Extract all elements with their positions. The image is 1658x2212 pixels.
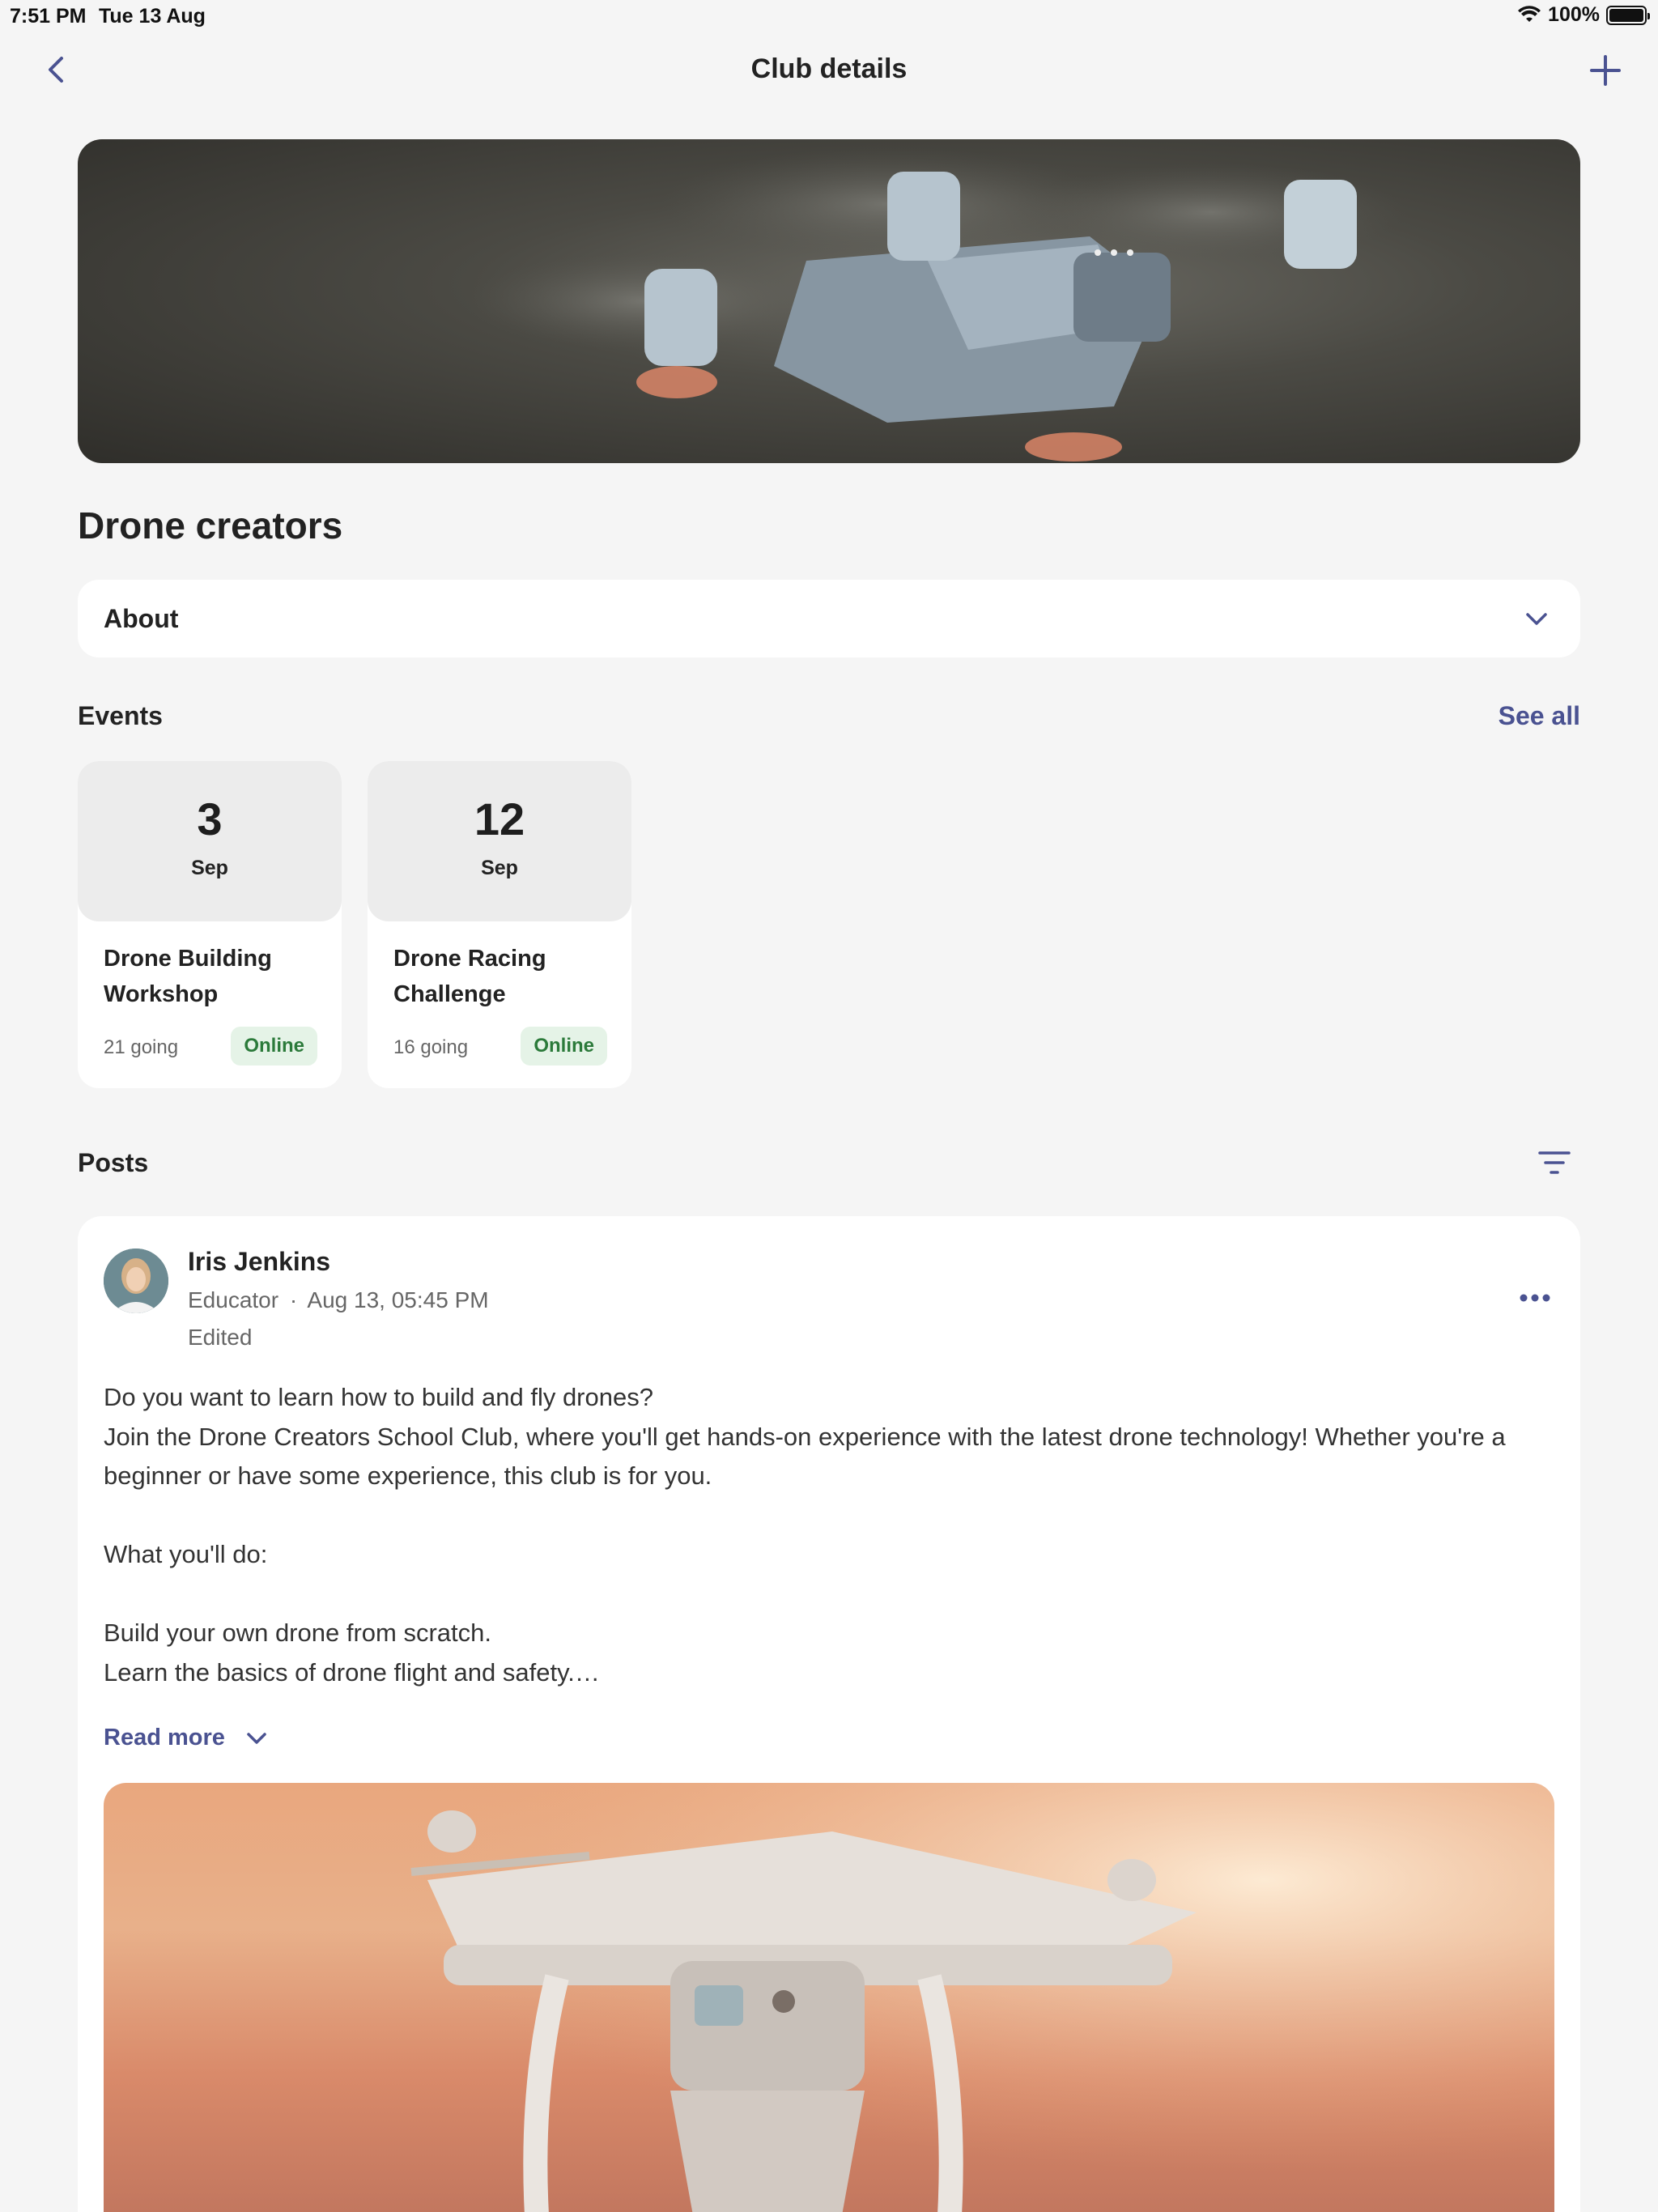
status-right: 100% (1517, 3, 1650, 27)
more-options-icon[interactable] (1517, 1286, 1553, 1310)
post-body: Do you want to learn how to build and fl… (104, 1378, 1553, 1692)
about-label: About (104, 604, 179, 633)
event-title: Drone Racing Challenge (393, 946, 546, 1007)
event-day: 3 (197, 793, 223, 844)
event-date-box: 12 Sep (368, 761, 631, 921)
read-more-button[interactable]: Read more (104, 1725, 269, 1751)
post-meta: Educator · Aug 13, 05:45 PM (188, 1287, 489, 1313)
page-title: Club details (750, 53, 908, 84)
post-card: Iris Jenkins Educator · Aug 13, 05:45 PM… (78, 1216, 1580, 2212)
event-month: Sep (191, 857, 228, 879)
battery-icon (1606, 5, 1650, 25)
event-card[interactable]: 12 Sep Drone Racing Challenge 16 going O… (368, 761, 631, 1088)
event-day: 12 (474, 793, 525, 844)
post-image[interactable] (104, 1783, 1554, 2212)
post-author-role: Educator (188, 1287, 279, 1312)
meta-separator: · (289, 1287, 298, 1312)
filter-icon[interactable] (1537, 1148, 1572, 1177)
club-name: Drone creators (78, 504, 343, 547)
battery-percent: 100% (1548, 3, 1600, 26)
read-more-label: Read more (104, 1725, 225, 1750)
event-card[interactable]: 3 Sep Drone Building Workshop 21 going O… (78, 761, 342, 1088)
see-all-link[interactable]: See all (1499, 701, 1580, 731)
post-text: Do you want to learn how to build and fl… (104, 1383, 1506, 1687)
wifi-icon (1518, 5, 1541, 22)
event-date-box: 3 Sep (78, 761, 342, 921)
chevron-down-icon (1526, 613, 1547, 625)
add-icon[interactable] (1588, 53, 1622, 87)
club-cover-image (78, 139, 1580, 463)
author-avatar[interactable] (104, 1249, 168, 1313)
about-accordion[interactable]: About (78, 580, 1580, 657)
drone-illustration (466, 147, 1405, 462)
event-going-count: 21 going (104, 1036, 179, 1058)
status-date: Tue 13 Aug (99, 5, 206, 28)
nav-bar: Club details (0, 32, 1658, 113)
posts-heading: Posts (78, 1148, 149, 1177)
event-going-count: 16 going (393, 1036, 469, 1058)
event-month: Sep (481, 857, 518, 879)
event-title: Drone Building Workshop (104, 946, 272, 1007)
status-time: 7:51 PM (10, 5, 87, 28)
events-heading: Events (78, 701, 163, 730)
chevron-down-icon (247, 1732, 266, 1744)
post-edited-label: Edited (188, 1325, 253, 1350)
status-bar: 7:51 PM Tue 13 Aug 100% (0, 0, 1658, 32)
event-online-badge: Online (231, 1027, 317, 1066)
post-timestamp: Aug 13, 05:45 PM (307, 1287, 489, 1312)
drone-photo (104, 1783, 1554, 2212)
event-online-badge: Online (521, 1027, 607, 1066)
post-author-name[interactable]: Iris Jenkins (188, 1247, 330, 1277)
